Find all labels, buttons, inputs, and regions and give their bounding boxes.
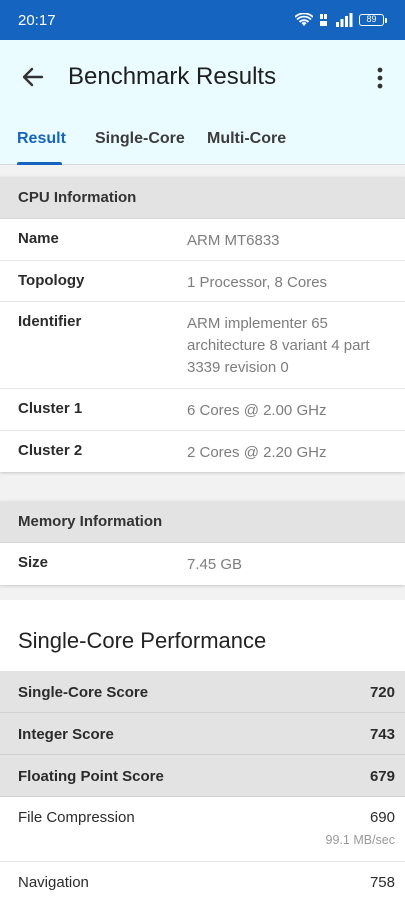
score-value: 720 [369, 684, 395, 701]
cpu-info-header: CPU Information [0, 177, 405, 219]
single-core-score-row: Single-Core Score 720 [0, 671, 405, 713]
cpu-info-card: CPU Information Name ARM MT6833 Topology… [0, 177, 405, 472]
more-vert-icon [377, 67, 383, 89]
arrow-left-icon [22, 67, 44, 87]
benchmark-label: Navigation [18, 874, 89, 891]
more-options-button[interactable] [370, 64, 390, 92]
info-value: 2 Cores @ 2.20 GHz [187, 444, 327, 461]
floating-point-score-row: Floating Point Score 679 [0, 755, 405, 797]
info-value: ARM implementer 65 architecture 8 varian… [187, 315, 370, 376]
memory-info-header: Memory Information [0, 501, 405, 543]
score-label: Integer Score [18, 726, 114, 743]
page-title: Benchmark Results [68, 63, 277, 90]
info-label: Topology [18, 272, 85, 289]
score-label: Single-Core Score [18, 684, 149, 701]
info-row-cluster-2: Cluster 2 2 Cores @ 2.20 GHz [0, 431, 405, 472]
info-value: 1 Processor, 8 Cores [187, 274, 328, 291]
memory-info-card: Memory Information Size 7.45 GB [0, 501, 405, 585]
info-row-name: Name ARM MT6833 [0, 219, 405, 261]
info-value: 6 Cores @ 2.00 GHz [187, 402, 327, 419]
back-button[interactable] [18, 62, 48, 92]
single-core-performance-section: Single-Core Performance Single-Core Scor… [0, 600, 405, 900]
tab-bar: Result Single-Core Multi-Core [0, 125, 405, 165]
app-bar: Benchmark Results Result Single-Core Mul… [0, 40, 405, 165]
info-row-topology: Topology 1 Processor, 8 Cores [0, 261, 405, 302]
wifi-icon [295, 13, 313, 26]
score-label: Floating Point Score [18, 768, 164, 785]
volte-icon [320, 14, 327, 26]
tab-result[interactable]: Result [17, 130, 66, 148]
status-time: 20:17 [18, 11, 56, 29]
score-value: 679 [369, 768, 395, 785]
integer-score-row: Integer Score 743 [0, 713, 405, 755]
info-label: Cluster 1 [18, 400, 83, 417]
section-title: Single-Core Performance [18, 628, 267, 653]
benchmark-detail: 99.1 MB/sec [325, 833, 395, 847]
status-icons: 89 [295, 13, 387, 27]
info-row-cluster-1: Cluster 1 6 Cores @ 2.00 GHz [0, 389, 405, 431]
tab-multi-core[interactable]: Multi-Core [207, 130, 286, 148]
score-value: 743 [369, 726, 395, 743]
tab-indicator [17, 162, 62, 165]
info-row-identifier: Identifier ARM implementer 65 architectu… [0, 302, 405, 389]
info-row-size: Size 7.45 GB [0, 543, 405, 585]
info-label: Size [18, 554, 49, 571]
benchmark-label: File Compression [18, 809, 135, 826]
info-label: Name [18, 230, 59, 247]
benchmark-score: 758 [369, 874, 395, 891]
battery-icon: 89 [359, 14, 387, 26]
info-label: Identifier [18, 313, 82, 330]
info-value: 7.45 GB [187, 556, 243, 573]
battery-level: 89 [359, 14, 384, 26]
tab-single-core[interactable]: Single-Core [95, 130, 185, 148]
signal-icon [336, 13, 353, 27]
benchmark-score: 690 [369, 809, 395, 826]
benchmark-row-navigation[interactable]: Navigation 758 [0, 862, 405, 900]
info-value: ARM MT6833 [187, 232, 280, 249]
info-label: Cluster 2 [18, 442, 83, 459]
benchmark-row-file-compression[interactable]: File Compression 690 99.1 MB/sec [0, 797, 405, 862]
status-bar: 20:17 89 [0, 0, 405, 40]
